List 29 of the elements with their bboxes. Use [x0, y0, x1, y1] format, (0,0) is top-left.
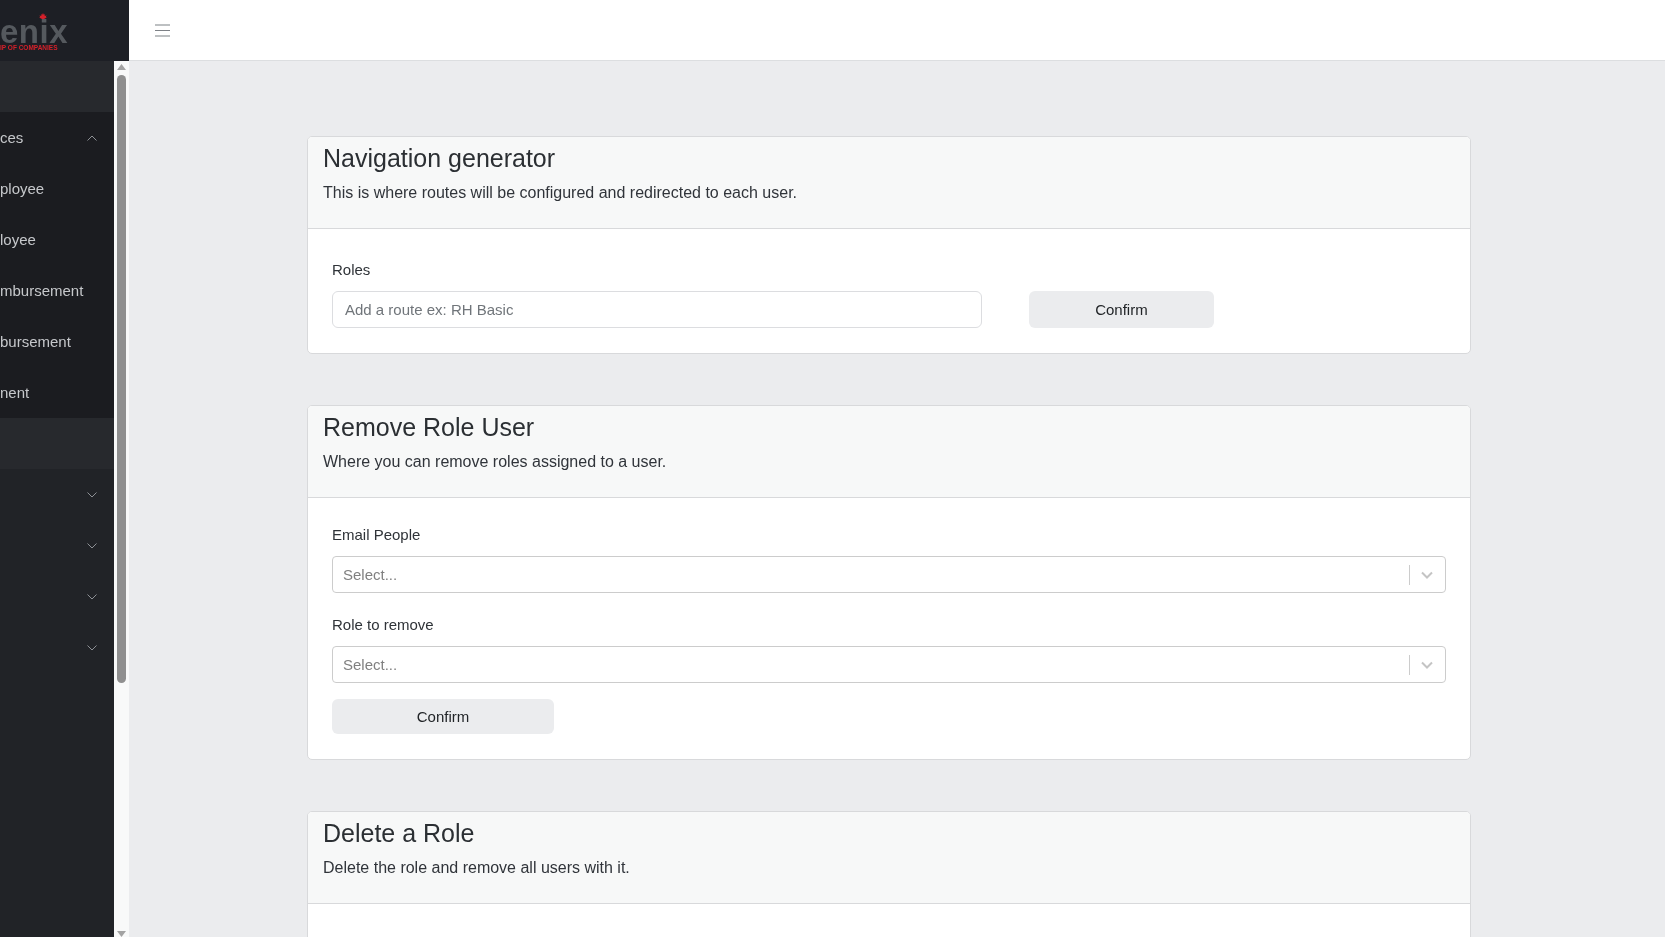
scroll-up-icon[interactable]	[117, 64, 126, 70]
card-title: Navigation generator	[323, 143, 557, 173]
card-subtitle: This is where routes will be configured and redirected to each user.	[323, 183, 799, 203]
scroll-down-icon[interactable]	[117, 931, 126, 937]
scrollbar-thumb[interactable]	[117, 75, 126, 683]
card-subtitle: Delete the role and remove all users with it.	[323, 858, 631, 878]
card-subtitle: Where you can remove roles assigned to a user.	[323, 452, 668, 472]
field-label: Role to remove	[332, 615, 434, 635]
select-field[interactable]: Select...	[332, 556, 1446, 593]
card-title: Delete a Role	[323, 818, 476, 848]
chevron-down-icon	[1421, 660, 1433, 669]
confirm-button[interactable]: Confirm	[332, 699, 554, 734]
confirm-button[interactable]: Confirm	[1028, 291, 1215, 328]
menu-icon	[155, 23, 170, 37]
field-label: Email People	[332, 525, 421, 545]
field-label: Roles	[332, 260, 371, 280]
scrollbar-track[interactable]	[114, 61, 129, 937]
sidebar-item[interactable]: loyee	[0, 214, 114, 265]
chevron-down-icon	[1421, 570, 1433, 579]
sidebar-item[interactable]: mbursement	[0, 265, 114, 316]
text-input[interactable]: Add a route ex: RH Basic	[332, 291, 982, 328]
menu-button[interactable]	[155, 23, 170, 37]
sidebar-item[interactable]: ployee	[0, 163, 114, 214]
sidebar-item[interactable]: bursement	[0, 316, 114, 367]
card-title: Remove Role User	[323, 412, 536, 442]
select-field[interactable]: Select...	[332, 646, 1446, 683]
maple-leaf-icon	[39, 13, 47, 21]
sidebar-item[interactable]: nent	[0, 367, 114, 418]
sidebar-group-button[interactable]: ces	[0, 112, 114, 163]
